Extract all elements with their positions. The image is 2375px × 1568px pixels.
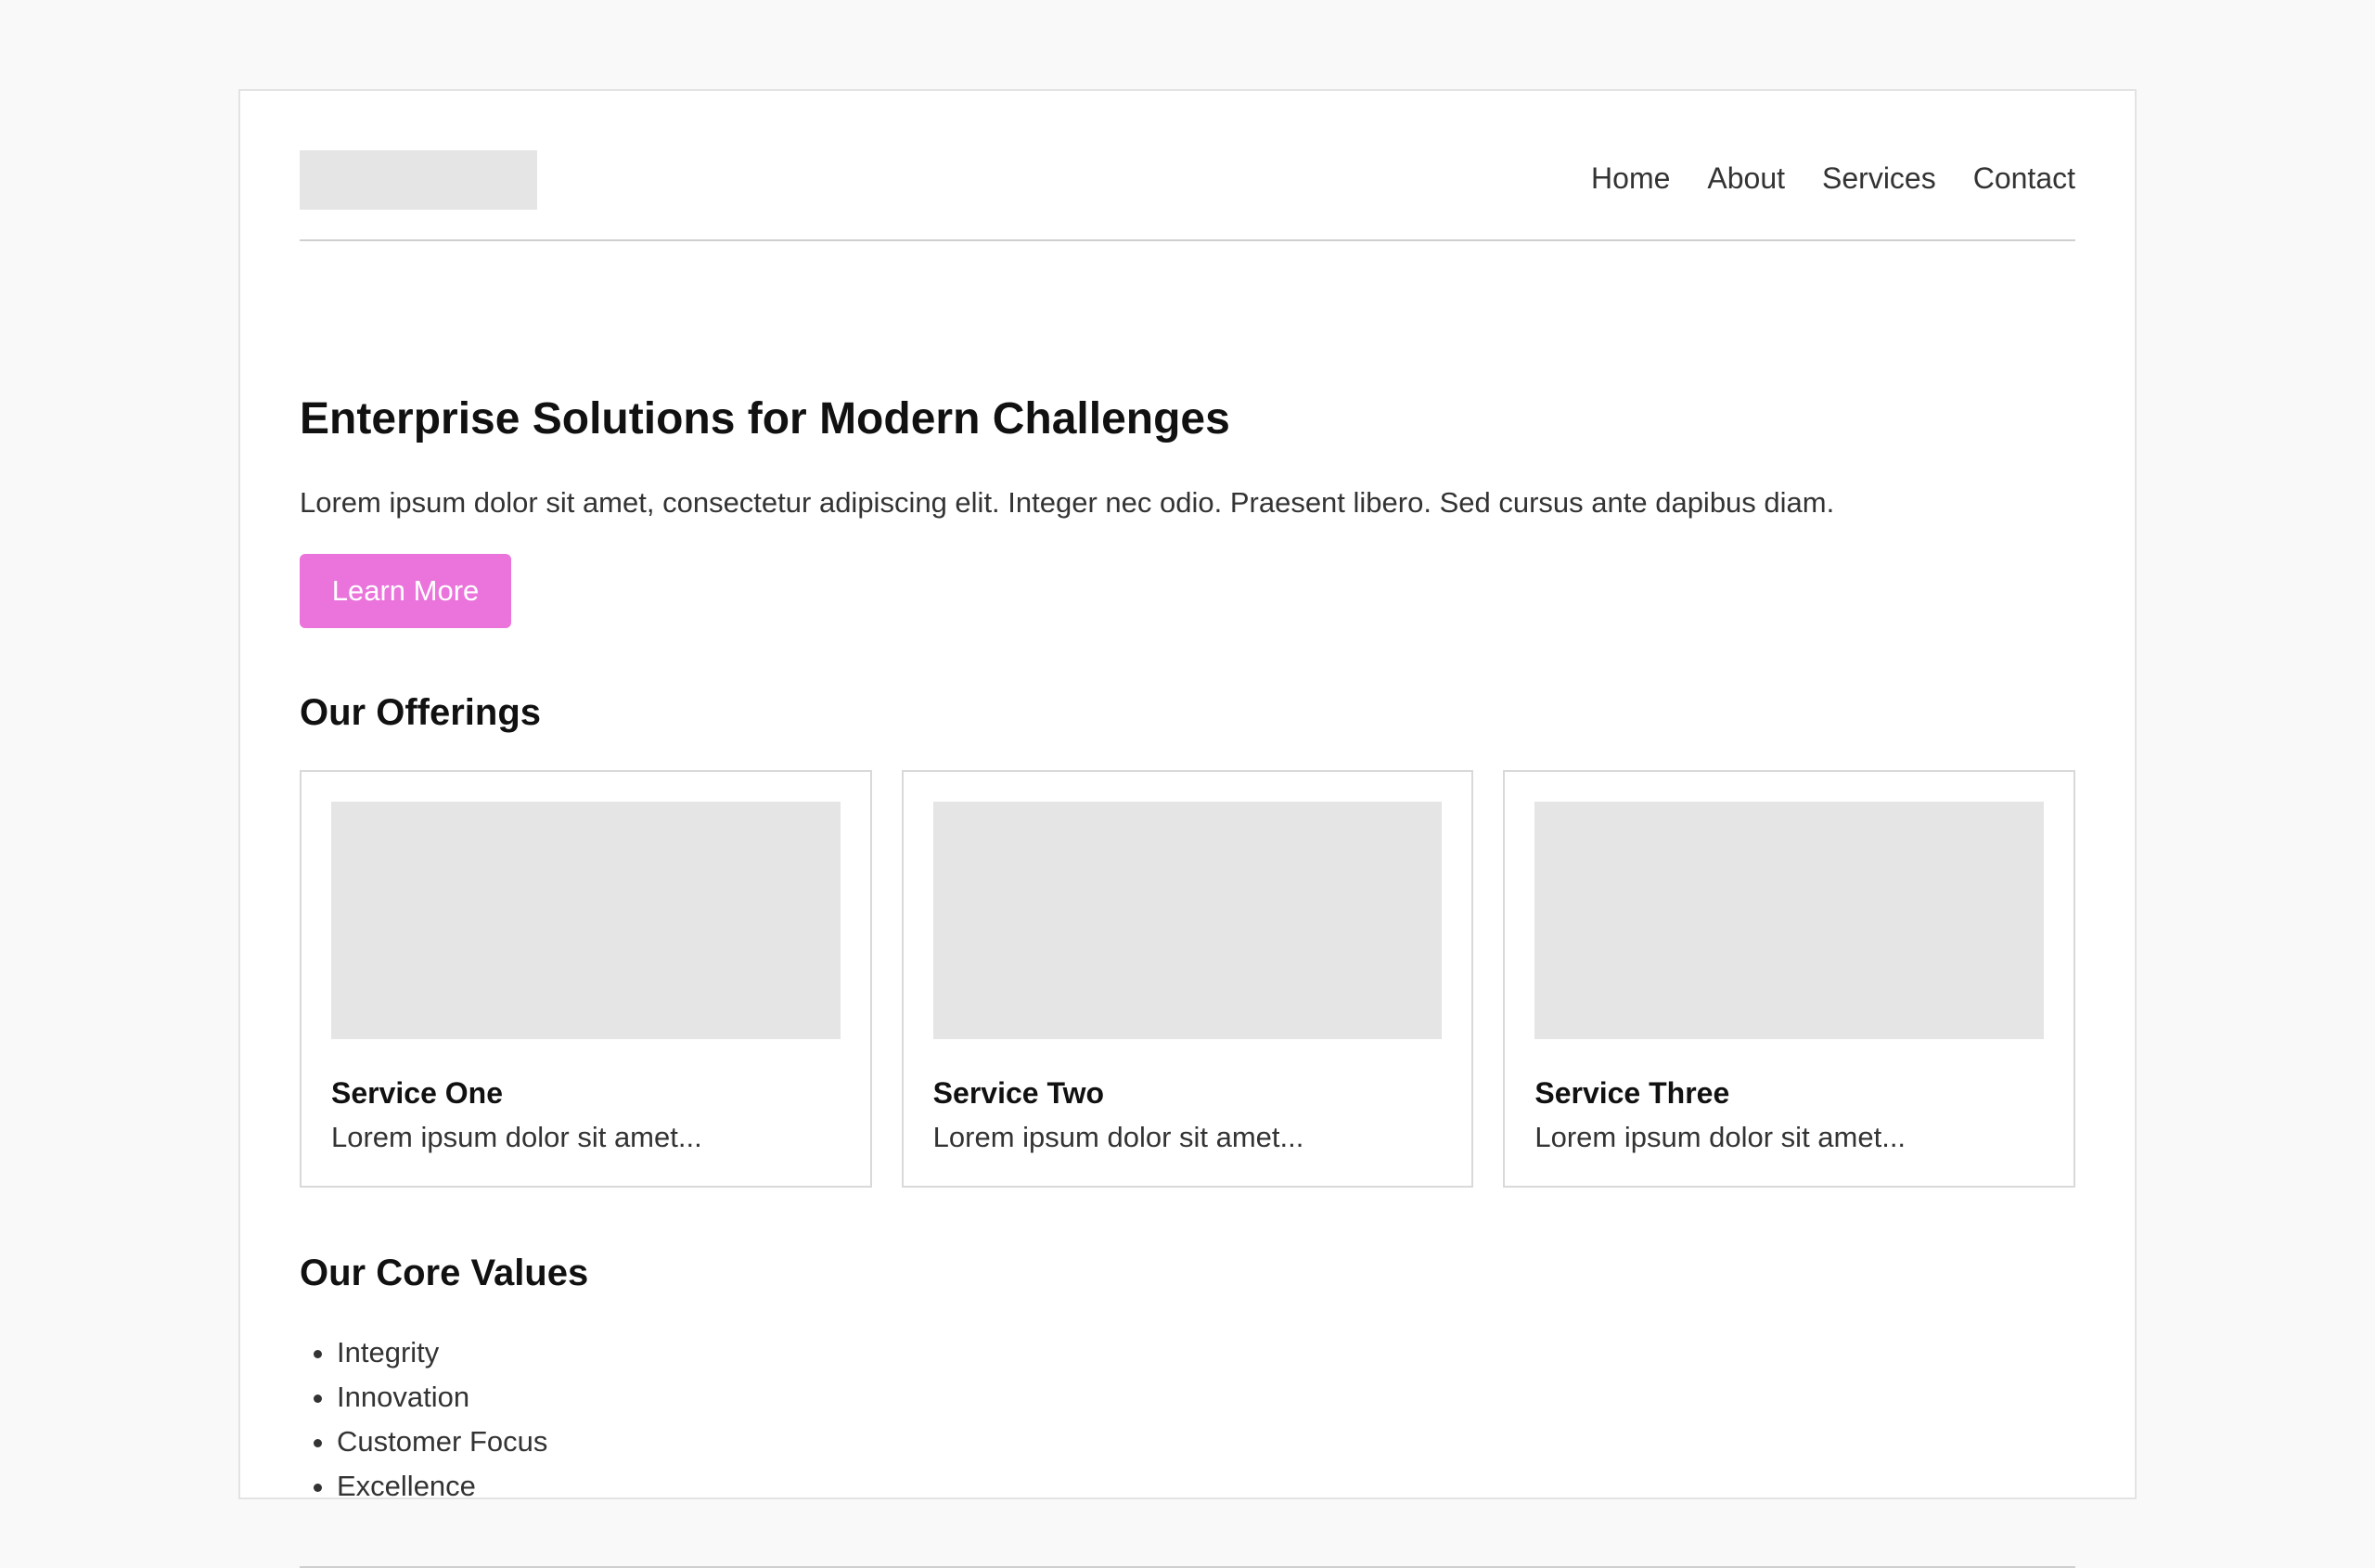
nav-item-services: Services <box>1822 156 1936 200</box>
card-text: Lorem ipsum dolor sit amet... <box>1534 1121 1906 1153</box>
page-container: Home About Services Contact Enterprise S… <box>238 89 2137 1568</box>
nav-item-home: Home <box>1591 156 1670 200</box>
list-item: Integrity <box>337 1330 547 1375</box>
card-image-placeholder <box>1534 802 2045 1039</box>
card-text: Lorem ipsum dolor sit amet... <box>331 1121 702 1153</box>
hero-text: Lorem ipsum dolor sit amet, consectetur … <box>300 486 1835 519</box>
nav-link-contact[interactable]: Contact <box>1973 161 2075 195</box>
list-item: Innovation <box>337 1375 547 1420</box>
card-title: Service One <box>331 1076 503 1110</box>
hero-title: Enterprise Solutions for Modern Challeng… <box>300 394 1230 443</box>
nav-link-home[interactable]: Home <box>1591 161 1670 195</box>
nav-item-contact: Contact <box>1973 156 2075 200</box>
card-title: Service Two <box>932 1076 1105 1110</box>
service-card[interactable]: Service Three Lorem ipsum dolor sit amet… <box>1503 770 2076 1188</box>
main-nav: Home About Services Contact <box>1591 156 2075 200</box>
list-item: Customer Focus <box>337 1420 547 1464</box>
nav-item-about: About <box>1707 156 1785 200</box>
logo-placeholder[interactable] <box>300 150 537 210</box>
core-values-list: Integrity Innovation Customer Focus Exce… <box>300 1330 547 1509</box>
list-item: Excellence <box>337 1464 547 1509</box>
card-image-placeholder <box>932 802 1443 1039</box>
nav-link-about[interactable]: About <box>1707 161 1785 195</box>
card-image-placeholder <box>331 802 841 1039</box>
service-card[interactable]: Service Two Lorem ipsum dolor sit amet..… <box>901 770 1474 1188</box>
card-text: Lorem ipsum dolor sit amet... <box>932 1121 1304 1153</box>
service-card[interactable]: Service One Lorem ipsum dolor sit amet..… <box>300 770 872 1188</box>
offerings-title: Our Offerings <box>300 692 542 733</box>
core-values-title: Our Core Values <box>300 1253 589 1293</box>
card-title: Service Three <box>1534 1076 1730 1110</box>
nav-link-services[interactable]: Services <box>1822 161 1936 195</box>
learn-more-button[interactable]: Learn More <box>300 554 511 628</box>
offerings-cards: Service One Lorem ipsum dolor sit amet..… <box>300 770 2076 1188</box>
site-header: Home About Services Contact <box>300 150 2075 241</box>
